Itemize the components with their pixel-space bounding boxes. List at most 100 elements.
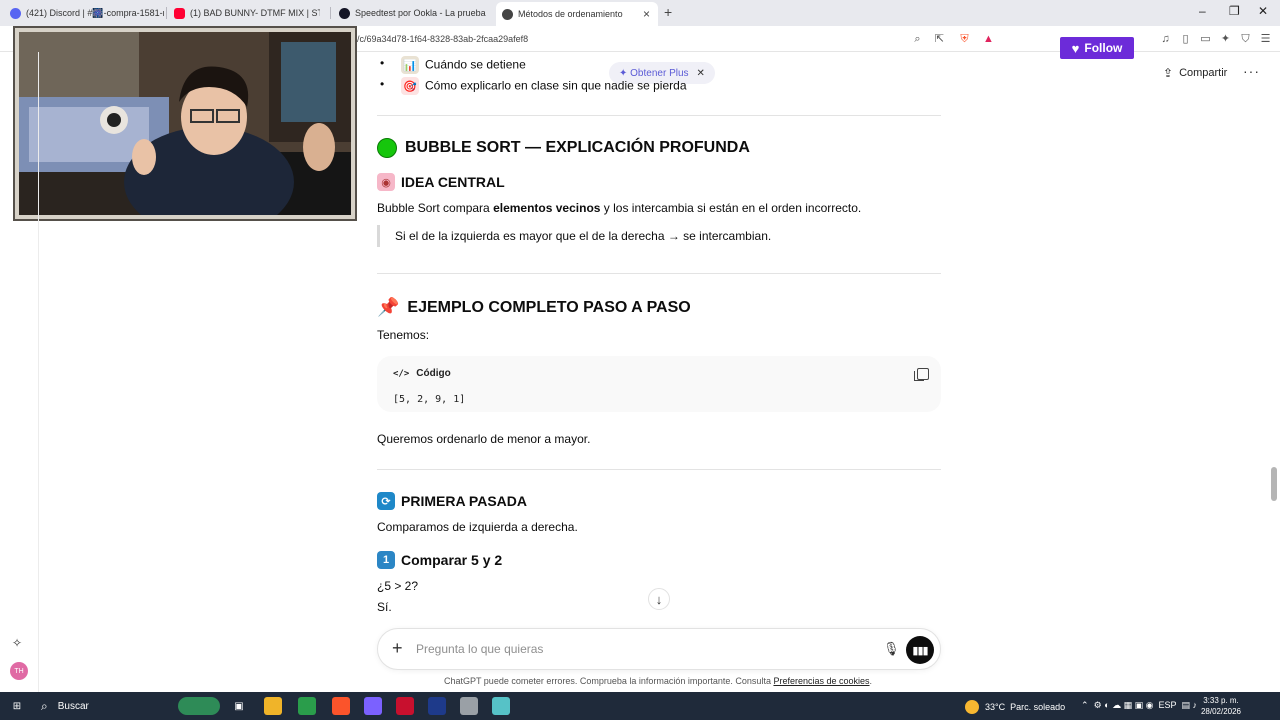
share-button[interactable]: ⇪ Compartir (1163, 66, 1227, 80)
heart-icon: ♥ (1071, 40, 1080, 56)
sidebar-divider (38, 52, 39, 692)
new-tab-button[interactable]: + (664, 4, 672, 20)
avatar[interactable]: TH (10, 662, 28, 680)
speedtest-icon (339, 7, 350, 19)
follow-button[interactable]: ♥ Follow (1060, 37, 1134, 59)
music-icon[interactable]: ♫ (1159, 33, 1172, 46)
volume-icon: ♪ (1192, 700, 1198, 710)
app-icon[interactable] (364, 697, 382, 715)
menu-icon[interactable]: ☰ (1259, 33, 1272, 46)
brave-shield-icon[interactable]: ⛨ (958, 33, 971, 46)
tab-separator (330, 7, 331, 19)
close-window-button[interactable]: ✕ (1258, 4, 1268, 18)
repeat-icon: ⟳ (377, 492, 395, 510)
green-circle-icon (377, 138, 397, 158)
task-view-icon[interactable]: ▣ (230, 697, 248, 715)
microphone-icon[interactable]: 🎙 (883, 641, 900, 657)
clock[interactable]: 3:33 p. m. 28/02/2026 (1200, 695, 1242, 717)
network-icon: ▤ (1181, 700, 1190, 710)
subsection-heading: ◉ IDEA CENTRAL (377, 173, 505, 191)
tab-separator (166, 7, 167, 19)
disclaimer: ChatGPT puede cometer errores. Comprueba… (443, 676, 873, 686)
windows-start-icon[interactable]: ⊞ (8, 697, 26, 715)
chatgpt-icon (502, 8, 513, 20)
webcam-image (19, 32, 351, 215)
paragraph: Tenemos: (377, 328, 430, 342)
target-icon: 🎯 (401, 77, 419, 95)
app-icon[interactable] (492, 697, 510, 715)
list-item: 🎯Cómo explicarlo en clase sin que nadie … (380, 77, 687, 95)
blockquote: Si el de la izquierda es mayor que el de… (377, 225, 771, 247)
keycap-one-icon: 1 (377, 551, 395, 569)
paragraph: Comparamos de izquierda a derecha. (377, 520, 578, 534)
sun-icon (965, 700, 979, 714)
close-icon[interactable]: ✕ (697, 68, 705, 79)
webcam-overlay (15, 28, 355, 219)
app-icon[interactable] (428, 697, 446, 715)
close-tab-icon[interactable]: × (643, 7, 650, 21)
voice-mode-button[interactable]: ▮▮▮ (906, 636, 934, 664)
upload-icon: ⇪ (1163, 66, 1174, 80)
divider (377, 273, 941, 274)
paragraph: Queremos ordenarlo de menor a mayor. (377, 432, 591, 446)
scroll-down-button[interactable]: ↓ (648, 588, 670, 610)
url-text[interactable]: /c/69a34d78-1f64-8328-83ab-2fcaa29afef8 (357, 34, 528, 44)
brain-icon: ◉ (377, 173, 395, 191)
search-icon: ⌕ (41, 698, 48, 713)
tab-metodos[interactable]: Métodos de ordenamiento × (496, 2, 658, 26)
scrollbar-thumb[interactable] (1271, 467, 1277, 501)
leo-ai-icon[interactable]: ✦ (1219, 33, 1232, 46)
maximize-button[interactable]: ❐ (1229, 4, 1240, 18)
follow-label: Follow (1084, 41, 1123, 55)
sidebar-icon[interactable]: ▯ (1179, 33, 1192, 46)
wallet-icon[interactable]: ▭ (1199, 33, 1212, 46)
widgets-icon[interactable] (178, 697, 220, 715)
prompt-input[interactable]: Pregunta lo que quieras (416, 642, 543, 656)
app-icon[interactable] (460, 697, 478, 715)
bar-chart-icon: 📊 (401, 56, 419, 74)
list-item: 📊Cuándo se detiene (380, 56, 526, 74)
composer: + Pregunta lo que quieras 🎙 ▮▮▮ (377, 628, 941, 670)
tab-label: Speedtest por Ookla - La prueba de (355, 8, 488, 18)
chevron-up-icon: ⌃ (1081, 700, 1089, 710)
tab-label: (421) Discord | #🎆-compra-1581-m (26, 7, 164, 18)
brave-browser-icon[interactable] (332, 697, 350, 715)
sparkle-icon[interactable]: ✧ (12, 636, 22, 650)
zoom-icon[interactable]: ⌕ (911, 33, 924, 46)
share-label: Compartir (1179, 67, 1228, 79)
weather-widget[interactable]: 33°C Parc. soleado (965, 700, 1065, 714)
tab-label: Métodos de ordenamiento (518, 9, 623, 19)
add-attachment-button[interactable]: + (392, 638, 403, 659)
paragraph: Sí. (377, 600, 392, 614)
paragraph: ¿5 > 2? (377, 579, 419, 593)
file-explorer-icon[interactable] (264, 697, 282, 715)
tab-discord[interactable]: (421) Discord | #🎆-compra-1581-m (4, 3, 164, 23)
share-page-icon[interactable]: ⇱ (933, 33, 946, 46)
tab-speedtest[interactable]: Speedtest por Ookla - La prueba de (333, 3, 488, 23)
app-icon[interactable] (396, 697, 414, 715)
more-options-button[interactable]: ··· (1243, 63, 1260, 79)
section-heading: ⟳ PRIMERA PASADA (377, 492, 527, 510)
code-content: [5, 2, 9, 1] (393, 394, 466, 405)
store-icon[interactable] (298, 697, 316, 715)
code-icon: </> (393, 368, 410, 379)
minimize-button[interactable]: – (1199, 4, 1206, 18)
step-heading: 1 Comparar 5 y 2 (377, 551, 502, 569)
divider (377, 115, 941, 116)
tab-label: (1) BAD BUNNY- DTMF MIX | STA (190, 8, 320, 18)
browser-tab-strip: (421) Discord | #🎆-compra-1581-m (1) BAD… (0, 0, 1280, 26)
section-heading: 📌 EJEMPLO COMPLETO PASO A PASO (377, 297, 691, 317)
cookie-preferences-link[interactable]: Preferencias de cookies (773, 676, 869, 686)
brave-rewards-icon[interactable]: ▲ (982, 33, 995, 46)
paragraph: Bubble Sort compara elementos vecinos y … (377, 201, 862, 215)
tray-icons: ⚙ ◐ ☁ ▦ ▣ ◉ (1093, 700, 1154, 710)
windows-taskbar: ⊞ ⌕ Buscar ▣ 33°C Parc. soleado ⌃ ⚙ ◐ ☁ … (0, 692, 1280, 720)
tab-youtube[interactable]: (1) BAD BUNNY- DTMF MIX | STA (168, 3, 320, 23)
system-tray[interactable]: ⌃ ⚙ ◐ ☁ ▦ ▣ ◉ ESP ▤ ♪ (1081, 700, 1197, 711)
code-header: </> Código (393, 368, 451, 379)
vpn-icon[interactable]: ⛉ (1239, 33, 1252, 46)
code-block: </> Código [5, 2, 9, 1] (377, 356, 941, 412)
divider (377, 469, 941, 470)
section-heading: BUBBLE SORT — EXPLICACIÓN PROFUNDA (377, 138, 750, 158)
copy-icon[interactable] (914, 368, 929, 381)
